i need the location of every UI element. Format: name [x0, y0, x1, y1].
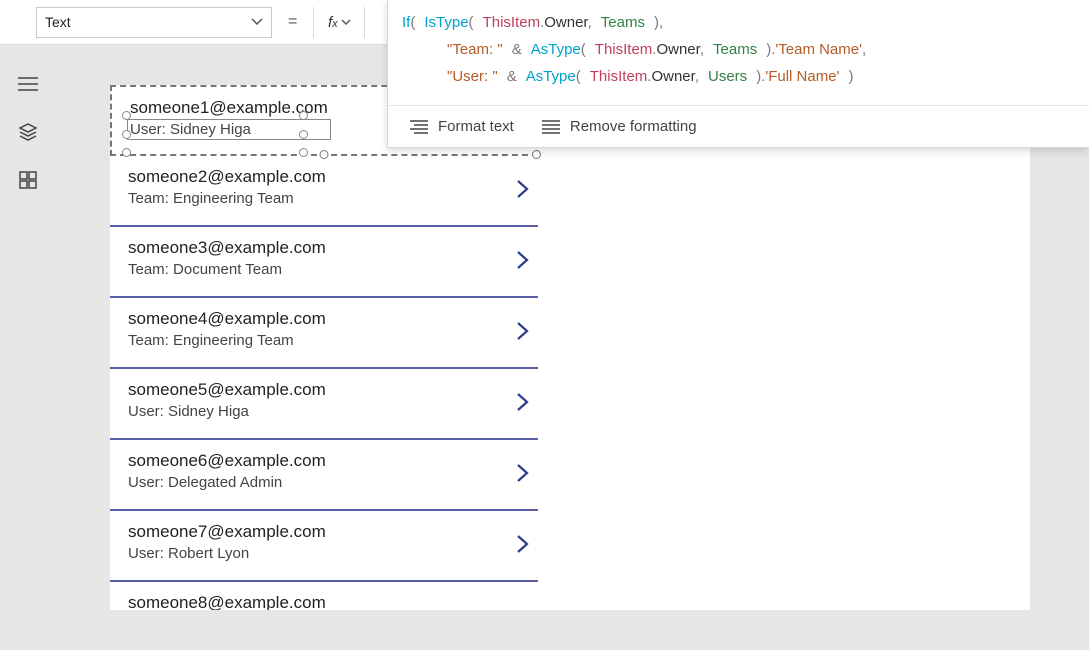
- selection-handle[interactable]: [299, 130, 308, 139]
- fx-label: fx: [328, 14, 338, 31]
- components-icon[interactable]: [17, 169, 39, 191]
- equals-label: =: [288, 13, 297, 31]
- chevron-right-icon: [514, 388, 532, 416]
- row-chevron[interactable]: [514, 459, 532, 492]
- gallery-row[interactable]: someone2@example.com Team: Engineering Te…: [110, 156, 538, 227]
- row-chevron[interactable]: [514, 530, 532, 563]
- formula-panel: If( IsType( ThisItem.Owner, Teams ), "Te…: [387, 0, 1089, 148]
- chevron-down-icon: [251, 18, 263, 26]
- format-text-button[interactable]: Format text: [410, 118, 514, 135]
- chevron-right-icon: [514, 175, 532, 203]
- gallery-row[interactable]: someone7@example.com User: Robert Lyon: [110, 511, 538, 582]
- row-subtitle[interactable]: User: Sidney Higa: [130, 121, 328, 138]
- row-title: someone8@example.com: [128, 593, 326, 610]
- row-chevron[interactable]: [514, 246, 532, 279]
- row-title: someone4@example.com: [128, 309, 326, 329]
- app-screen: someone1@example.comUser: Sidney Higasom…: [110, 85, 1030, 610]
- row-selection-handle[interactable]: [320, 150, 329, 159]
- property-dropdown-value: Text: [45, 14, 71, 30]
- property-dropdown[interactable]: Text: [36, 7, 272, 38]
- remove-formatting-button[interactable]: Remove formatting: [542, 118, 697, 135]
- row-subtitle: User: Robert Lyon: [128, 545, 326, 562]
- gallery-row[interactable]: someone8@example.com: [110, 582, 538, 610]
- nav-rail: [0, 45, 55, 650]
- row-title: someone7@example.com: [128, 522, 326, 542]
- chevron-right-icon: [514, 459, 532, 487]
- row-title: someone3@example.com: [128, 238, 326, 258]
- selection-handle[interactable]: [122, 130, 131, 139]
- row-subtitle: Team: Document Team: [128, 261, 326, 278]
- selection-handle[interactable]: [122, 148, 131, 157]
- selection-handle[interactable]: [122, 111, 131, 120]
- row-chevron[interactable]: [514, 388, 532, 421]
- row-subtitle: Team: Engineering Team: [128, 190, 326, 207]
- row-title: someone5@example.com: [128, 380, 326, 400]
- layers-icon[interactable]: [17, 121, 39, 143]
- chevron-down-icon: [341, 19, 351, 26]
- row-subtitle: User: Sidney Higa: [128, 403, 326, 420]
- row-chevron[interactable]: [514, 317, 532, 350]
- remove-formatting-label: Remove formatting: [570, 118, 697, 135]
- chevron-right-icon: [514, 246, 532, 274]
- gallery-row[interactable]: someone3@example.com Team: Document Team: [110, 227, 538, 298]
- format-text-label: Format text: [438, 118, 514, 135]
- formula-editor[interactable]: If( IsType( ThisItem.Owner, Teams ), "Te…: [388, 0, 1089, 105]
- gallery-row[interactable]: someone4@example.com Team: Engineering Te…: [110, 298, 538, 369]
- row-subtitle: User: Delegated Admin: [128, 474, 326, 491]
- gallery-row[interactable]: someone5@example.com User: Sidney Higa: [110, 369, 538, 440]
- row-subtitle: Team: Engineering Team: [128, 332, 326, 349]
- row-selection-handle[interactable]: [532, 150, 541, 159]
- chevron-right-icon: [514, 530, 532, 558]
- selection-handle[interactable]: [299, 148, 308, 157]
- row-title: someone6@example.com: [128, 451, 326, 471]
- row-chevron[interactable]: [514, 175, 532, 208]
- hamburger-icon[interactable]: [17, 73, 39, 95]
- gallery-row[interactable]: someone6@example.com User: Delegated Admi…: [110, 440, 538, 511]
- formula-toolbar: Format text Remove formatting: [388, 105, 1089, 147]
- chevron-right-icon: [514, 317, 532, 345]
- fx-dropdown[interactable]: fx: [313, 7, 365, 38]
- row-title: someone2@example.com: [128, 167, 326, 187]
- gallery[interactable]: someone1@example.comUser: Sidney Higasom…: [110, 85, 538, 610]
- selection-handle[interactable]: [299, 111, 308, 120]
